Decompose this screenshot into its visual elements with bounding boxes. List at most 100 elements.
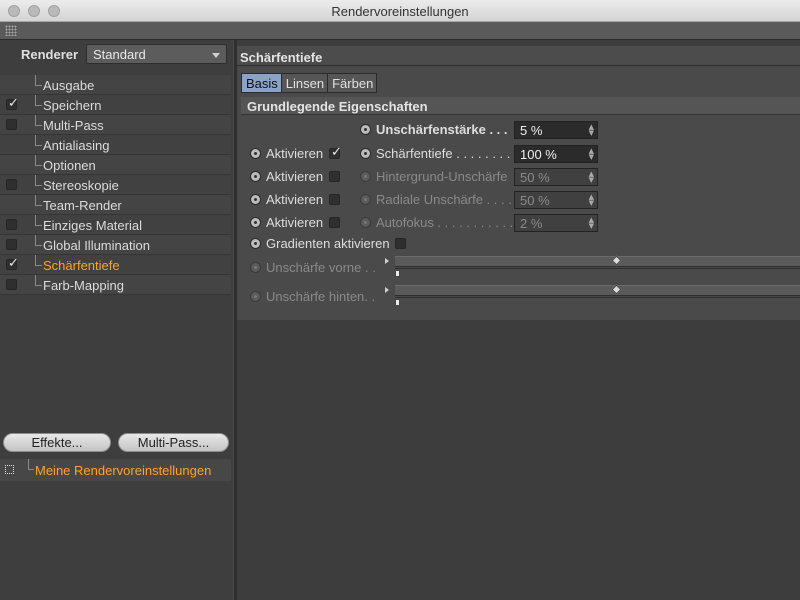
param-animate-radio[interactable] (360, 217, 371, 228)
settings-sidebar: Renderer Standard Ausgabe Speichern Multi-… (0, 40, 233, 600)
activate-animate-radio[interactable] (250, 217, 261, 228)
activate-checkbox[interactable] (329, 194, 340, 205)
settings-item[interactable]: Stereoskopie (0, 175, 231, 195)
gradient-knob-handle[interactable] (395, 270, 400, 277)
activate-label: Aktivieren (266, 169, 324, 184)
settings-item-checkbox[interactable] (6, 179, 17, 190)
settings-item-label: Schärfentiefe (43, 258, 120, 273)
tree-connector (35, 275, 42, 286)
blur-strength-label: Unschärfenstärke . . . (376, 122, 508, 137)
settings-item[interactable]: Multi-Pass (0, 115, 231, 135)
tab-färben[interactable]: Färben (327, 73, 378, 93)
gradients-checkbox[interactable] (395, 238, 406, 249)
preset-row[interactable]: Meine Rendervoreinstellungen (0, 459, 231, 481)
settings-item[interactable]: Global Illumination (0, 235, 231, 255)
param-animate-radio[interactable] (360, 148, 371, 159)
multipass-button[interactable]: Multi-Pass... (118, 433, 229, 452)
settings-item-label: Antialiasing (43, 138, 110, 153)
tree-connector (35, 255, 42, 266)
settings-item[interactable]: Speichern (0, 95, 231, 115)
param-animate-radio[interactable] (360, 194, 371, 205)
param-label: Radiale Unschärfe . . . . (376, 192, 512, 207)
settings-item-label: Einziges Material (43, 218, 142, 233)
settings-item-label: Speichern (43, 98, 102, 113)
param-label: Hintergrund-Unschärfe (376, 169, 508, 184)
grip-icon[interactable] (5, 25, 17, 36)
param-value-field[interactable]: 2 % ▲ ▼ (514, 214, 598, 232)
gradient-editor[interactable] (395, 256, 800, 267)
param-label: Autofokus . . . . . . . . . . . . (376, 215, 521, 230)
settings-item-label: Ausgabe (43, 78, 95, 93)
preset-label: Meine Rendervoreinstellungen (35, 463, 212, 478)
gradients-animate-radio[interactable] (250, 238, 261, 249)
settings-item[interactable]: Antialiasing (0, 135, 231, 155)
param-animate-radio[interactable] (360, 171, 371, 182)
window-title: Rendervoreinstellungen (331, 4, 469, 19)
spinner-icon[interactable]: ▲ ▼ (589, 217, 594, 230)
spinner-icon[interactable]: ▲ ▼ (589, 148, 594, 161)
param-value-field[interactable]: 100 % ▲ ▼ (514, 145, 598, 163)
settings-item-checkbox[interactable] (6, 256, 19, 271)
tab-linsen[interactable]: Linsen (280, 73, 329, 93)
panel-drag-bar[interactable] (0, 22, 800, 40)
gradient-label: Unschärfe hinten. . (266, 289, 376, 304)
activate-label: Aktivieren (266, 215, 324, 230)
spinner-icon[interactable]: ▲ ▼ (589, 194, 594, 207)
renderer-dropdown[interactable]: Standard (86, 44, 227, 64)
settings-item-label: Stereoskopie (43, 178, 119, 193)
settings-item[interactable]: Ausgabe (0, 75, 231, 95)
settings-item[interactable]: Team-Render (0, 195, 231, 215)
settings-item-label: Optionen (43, 158, 96, 173)
gradient-knob-handle[interactable] (395, 299, 400, 306)
param-value: 50 % (520, 193, 550, 208)
tab-bar: Basis Linsen Färben (241, 73, 378, 93)
tree-connector (35, 135, 42, 146)
settings-item-checkbox[interactable] (6, 96, 19, 111)
tree-connector (35, 95, 42, 106)
tree-connector (35, 235, 42, 246)
gradient-track (395, 268, 800, 269)
param-value-field[interactable]: 50 % ▲ ▼ (514, 168, 598, 186)
blur-strength-value: 5 % (520, 123, 543, 138)
effects-button[interactable]: Effekte... (3, 433, 111, 452)
blur-strength-field[interactable]: 5 % ▲ ▼ (514, 121, 598, 139)
settings-item[interactable]: Schärfentiefe (0, 255, 231, 275)
settings-item-label: Farb-Mapping (43, 278, 124, 293)
tree-connector (35, 75, 42, 86)
param-value: 100 % (520, 147, 557, 162)
gradient-editor[interactable] (395, 285, 800, 296)
activate-animate-radio[interactable] (250, 194, 261, 205)
gradients-label: Gradienten aktivieren (266, 236, 390, 251)
activate-label: Aktivieren (266, 146, 324, 161)
tree-connector (35, 175, 42, 186)
settings-item-checkbox[interactable] (6, 119, 17, 130)
settings-item-checkbox[interactable] (6, 279, 17, 290)
settings-item-checkbox[interactable] (6, 239, 17, 250)
blur-strength-animate-radio[interactable] (360, 124, 371, 135)
chevron-down-icon (212, 53, 220, 58)
activate-checkbox[interactable] (329, 217, 340, 228)
expand-arrow-icon[interactable] (385, 258, 389, 264)
settings-item[interactable]: Einziges Material (0, 215, 231, 235)
section-title: Schärfentiefe (237, 46, 800, 66)
param-value-field[interactable]: 50 % ▲ ▼ (514, 191, 598, 209)
activate-animate-radio[interactable] (250, 171, 261, 182)
gradient-label: Unschärfe vorne . . (266, 260, 376, 275)
gradient-animate-radio[interactable] (250, 262, 261, 273)
spinner-icon[interactable]: ▲ ▼ (589, 124, 594, 137)
gradient-track (395, 297, 800, 298)
renderer-label: Renderer (21, 47, 79, 62)
renderer-row: Renderer Standard (0, 40, 233, 68)
activate-label: Aktivieren (266, 192, 324, 207)
settings-item[interactable]: Farb-Mapping (0, 275, 231, 295)
gradient-animate-radio[interactable] (250, 291, 261, 302)
expand-arrow-icon[interactable] (385, 287, 389, 293)
settings-item[interactable]: Optionen (0, 155, 231, 175)
spinner-icon[interactable]: ▲ ▼ (589, 171, 594, 184)
activate-checkbox[interactable] (329, 171, 340, 182)
tab-basis[interactable]: Basis (241, 73, 282, 93)
settings-panel: Schärfentiefe Basis Linsen Färben Grundleg… (237, 40, 800, 600)
activate-checkbox[interactable] (329, 145, 342, 160)
settings-item-checkbox[interactable] (6, 219, 17, 230)
activate-animate-radio[interactable] (250, 148, 261, 159)
